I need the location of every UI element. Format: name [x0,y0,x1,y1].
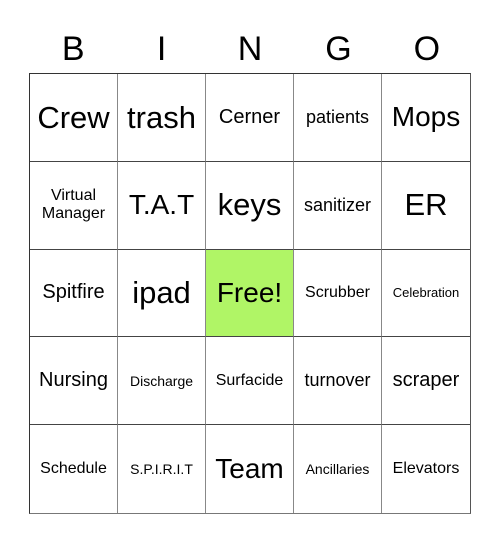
bingo-cell[interactable]: ipad [118,249,206,338]
bingo-cell[interactable]: trash [118,74,206,162]
header-letter-g: G [325,30,352,68]
bingo-cell[interactable]: Cerner [206,74,294,162]
bingo-cell[interactable]: Scrubber [294,249,382,338]
header-letter-i: I [156,30,167,68]
bingo-cell[interactable]: Schedule [30,425,118,513]
bingo-cell[interactable]: Spitfire [30,249,118,338]
bingo-cell[interactable]: Team [206,425,294,513]
bingo-cell[interactable]: Celebration [382,250,470,338]
bingo-cell[interactable]: keys [206,161,294,250]
bingo-cell[interactable]: Nursing [30,337,118,426]
bingo-cell[interactable]: Elevators [382,425,470,513]
bingo-cell[interactable]: patients [294,74,382,162]
free-space-cell[interactable]: Free! [206,249,294,338]
bingo-cell[interactable]: Virtual Manager [30,161,118,250]
bingo-cell[interactable]: Ancillaries [294,425,382,513]
bingo-cell[interactable]: Surfacide [206,337,294,426]
header-letter-n: N [237,30,263,68]
header-letter-o: O [413,30,441,68]
bingo-cell[interactable]: ER [382,162,470,250]
bingo-header: B I N G O [29,24,471,74]
bingo-cell[interactable]: Crew [30,74,118,162]
bingo-cell[interactable]: turnover [294,337,382,426]
bingo-cell[interactable]: sanitizer [294,161,382,250]
bingo-cell[interactable]: Mops [382,74,470,162]
bingo-cell[interactable]: scraper [382,337,470,426]
bingo-cell[interactable]: T.A.T [118,161,206,250]
header-letter-b: B [61,30,85,68]
bingo-cell[interactable]: Discharge [118,337,206,426]
bingo-cell[interactable]: S.P.I.R.I.T [118,425,206,513]
bingo-grid: Crew trash Cerner patients Mops Virtual … [29,73,471,514]
